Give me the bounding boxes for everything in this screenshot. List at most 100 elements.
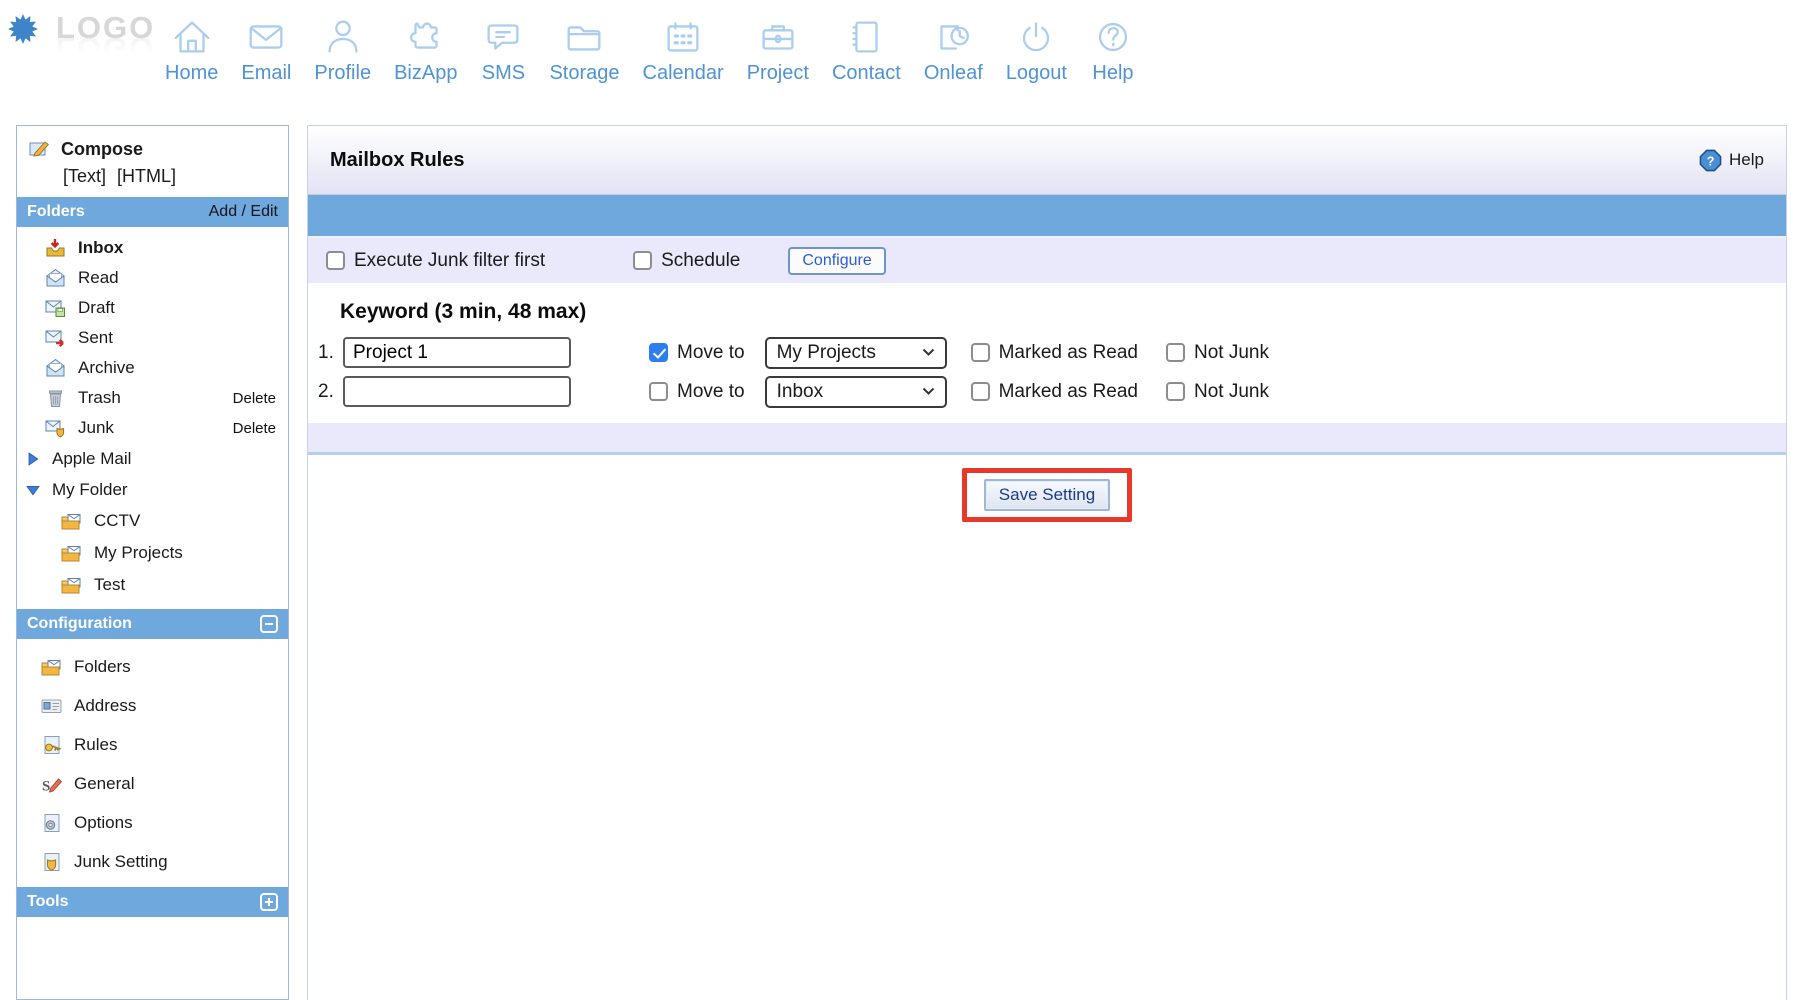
move-to-label: Move to [677, 342, 745, 364]
not-junk-label: Not Junk [1194, 381, 1269, 403]
nav-item-help[interactable]: Help [1090, 14, 1136, 85]
nav-label: Help [1092, 62, 1133, 85]
execute-junk-filter-checkbox[interactable] [326, 251, 345, 270]
nav-item-contact[interactable]: Contact [832, 14, 901, 85]
nav-label: Onleaf [924, 62, 983, 85]
keyword-heading: Keyword (3 min, 48 max) [340, 300, 1786, 324]
sent-icon [45, 327, 67, 349]
not-junk-checkbox[interactable] [1166, 382, 1185, 401]
rules-icon [41, 734, 63, 756]
logo-star-icon [8, 14, 38, 44]
nav-item-project[interactable]: Project [747, 14, 809, 85]
sidebar-item-my-folder[interactable]: My Folder [17, 474, 288, 505]
not-junk-checkbox[interactable] [1166, 343, 1185, 362]
keyword-input[interactable] [343, 376, 571, 407]
marked-as-read-checkbox[interactable] [971, 382, 990, 401]
profile-icon [320, 14, 366, 60]
row-label: Draft [78, 298, 115, 318]
panel-header: Mailbox Rules Help [308, 126, 1786, 195]
expand-plus-icon[interactable] [260, 893, 278, 911]
sidebar-item-options[interactable]: Options [17, 803, 288, 842]
nav-item-onleaf[interactable]: Onleaf [924, 14, 983, 85]
tri-down-icon [25, 482, 41, 498]
row-label: Sent [78, 328, 113, 348]
sidebar-item-inbox[interactable]: Inbox [17, 233, 288, 263]
folder-mail-icon [41, 656, 63, 678]
sidebar-item-apple-mail[interactable]: Apple Mail [17, 443, 288, 474]
compose-label: Compose [61, 139, 143, 160]
marked-as-read-checkbox[interactable] [971, 343, 990, 362]
logo-text: LOGO [56, 10, 155, 46]
calendar-icon [660, 14, 706, 60]
row-label: Options [74, 813, 133, 833]
nav-item-storage[interactable]: Storage [549, 14, 619, 85]
nav-item-calendar[interactable]: Calendar [643, 14, 724, 85]
row-label: General [74, 774, 134, 794]
compose-button[interactable]: Compose [29, 138, 280, 160]
schedule-checkbox[interactable] [633, 251, 652, 270]
nav-item-email[interactable]: Email [241, 14, 291, 85]
nav-label: Profile [314, 62, 371, 85]
configure-button[interactable]: Configure [788, 247, 885, 275]
nav-label: Contact [832, 62, 901, 85]
configuration-list: Folders Address Rules General Options Ju… [17, 639, 288, 887]
folder-select[interactable]: Inbox [765, 376, 947, 408]
sidebar-item-sent[interactable]: Sent [17, 323, 288, 353]
tools-section-header: Tools [17, 887, 288, 917]
not-junk-label: Not Junk [1194, 342, 1269, 364]
sidebar-item-trash[interactable]: Trash Delete [17, 383, 288, 413]
collapse-minus-icon[interactable] [260, 615, 278, 633]
annotation-highlight: Save Setting [962, 468, 1132, 522]
nav-item-logout[interactable]: Logout [1006, 14, 1067, 85]
filter-options-row: Execute Junk filter first Schedule Confi… [308, 238, 1786, 283]
rule-rows: 1. Move to My Projects Marked as Read No… [308, 334, 1786, 410]
execute-junk-filter-label: Execute Junk filter first [354, 250, 545, 272]
sidebar-item-junk[interactable]: Junk Delete [17, 413, 288, 443]
save-area: Save Setting [308, 452, 1786, 522]
compose-text-link[interactable]: [Text] [63, 166, 106, 186]
sidebar: Compose [Text] [HTML] Folders Add / Edit… [16, 125, 289, 1000]
nav-item-sms[interactable]: SMS [480, 14, 526, 85]
add-edit-link[interactable]: Add / Edit [209, 203, 278, 221]
rule-row: 1. Move to My Projects Marked as Read No… [308, 334, 1786, 371]
options-icon [41, 812, 63, 834]
nav-item-profile[interactable]: Profile [314, 14, 371, 85]
sidebar-item-folders[interactable]: Folders [17, 647, 288, 686]
move-to-checkbox[interactable] [649, 382, 668, 401]
chevron-down-icon [922, 387, 935, 396]
nav-label: Logout [1006, 62, 1067, 85]
keyword-input[interactable] [343, 337, 571, 368]
schedule-label: Schedule [661, 250, 740, 272]
chevron-down-icon [922, 348, 935, 357]
nav-item-bizapp[interactable]: BizApp [394, 14, 457, 85]
help-label: Help [1729, 150, 1764, 170]
sidebar-item-rules[interactable]: Rules [17, 725, 288, 764]
row-label: Archive [78, 358, 135, 378]
folder-list: Inbox Read Draft Sent Archive Trash Dele… [17, 227, 288, 609]
nav-label: Calendar [643, 62, 724, 85]
compose-html-link[interactable]: [HTML] [117, 166, 176, 186]
sidebar-item-general[interactable]: General [17, 764, 288, 803]
sidebar-item-my-projects[interactable]: My Projects [17, 537, 288, 569]
sidebar-item-junk-setting[interactable]: Junk Setting [17, 842, 288, 881]
page-title: Mailbox Rules [330, 149, 464, 172]
row-label: Junk [78, 418, 114, 438]
tri-right-icon [25, 451, 41, 467]
save-setting-button[interactable]: Save Setting [984, 479, 1110, 511]
toolbar-blue-bar [308, 195, 1786, 238]
sidebar-item-cctv[interactable]: CCTV [17, 505, 288, 537]
sidebar-item-test[interactable]: Test [17, 569, 288, 601]
sidebar-item-read[interactable]: Read [17, 263, 288, 293]
delete-link[interactable]: Delete [233, 420, 276, 437]
nav-label: BizApp [394, 62, 457, 85]
nav-item-home[interactable]: Home [165, 14, 218, 85]
sidebar-item-archive[interactable]: Archive [17, 353, 288, 383]
move-to-checkbox[interactable] [649, 343, 668, 362]
folders-section-header: Folders Add / Edit [17, 197, 288, 227]
folder-select[interactable]: My Projects [765, 337, 947, 369]
delete-link[interactable]: Delete [233, 390, 276, 407]
help-link[interactable]: Help [1699, 149, 1764, 172]
sidebar-item-address[interactable]: Address [17, 686, 288, 725]
sidebar-item-draft[interactable]: Draft [17, 293, 288, 323]
separator-band [308, 423, 1786, 452]
